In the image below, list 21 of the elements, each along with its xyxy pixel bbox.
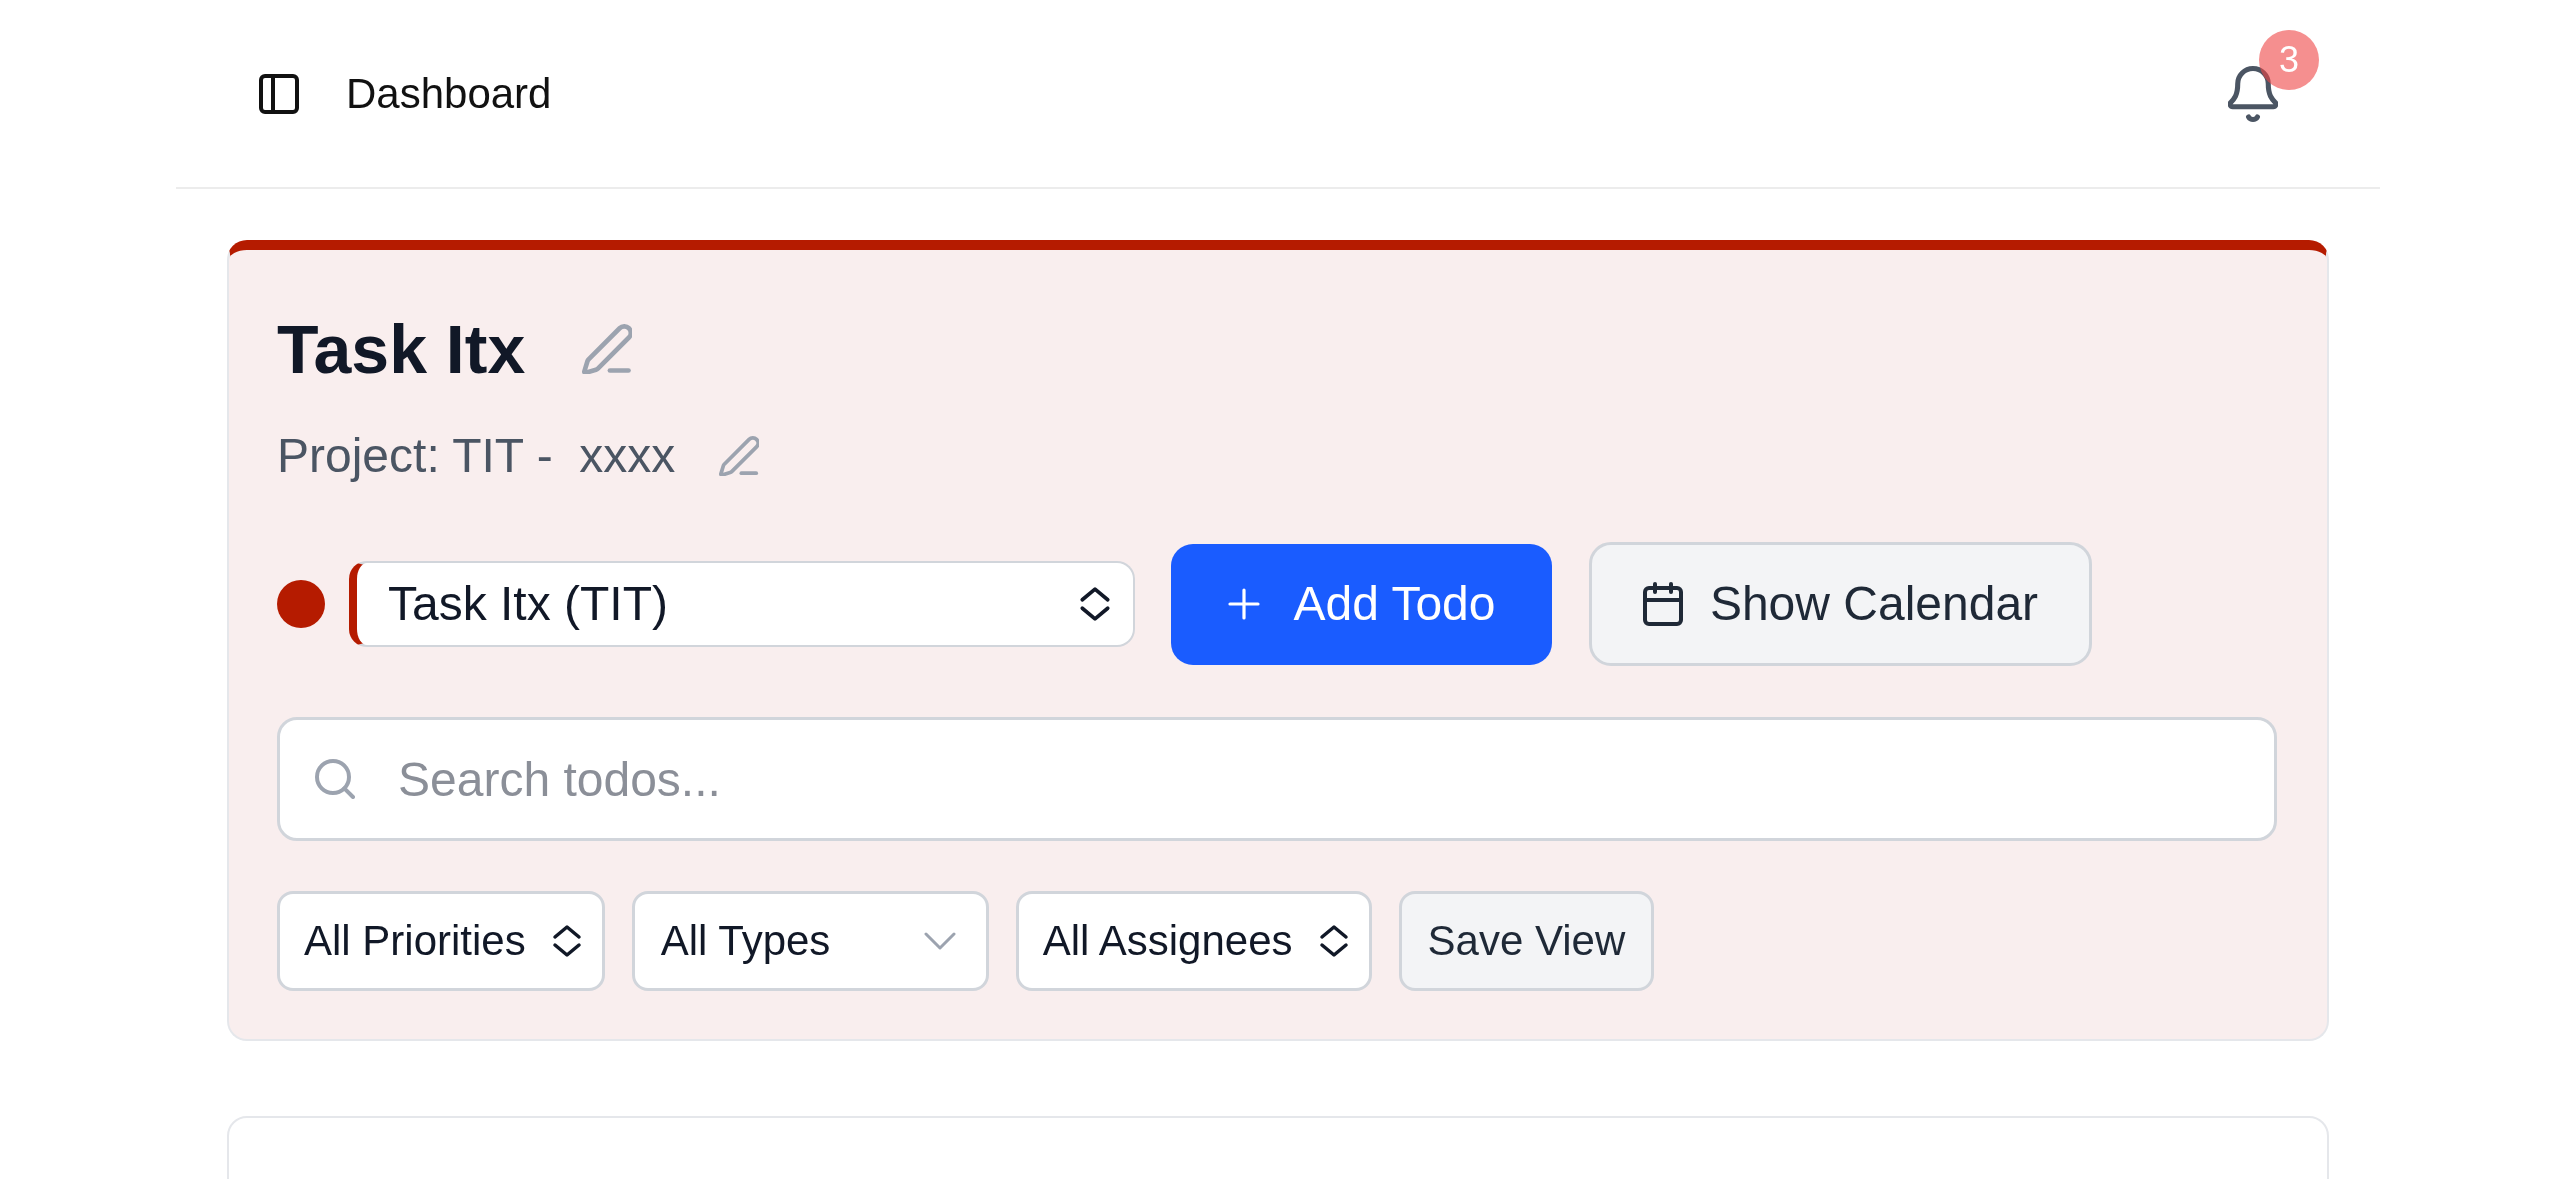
project-select[interactable]: Task Itx (TIT) [349,561,1135,647]
filter-select[interactable]: All Assignees [1015,891,1372,991]
search-field[interactable]: Search todos... [277,717,2277,841]
save-view-button[interactable]: Save View [1398,891,1655,991]
notification-badge: 3 [2259,29,2319,90]
show-calendar-button[interactable]: Show Calendar [1589,542,2092,666]
plus-icon [1227,588,1260,620]
filter-select[interactable]: All Priorities [277,891,605,991]
calendar-icon [1642,582,1683,626]
chevrons-up-down-icon [1079,586,1111,622]
filter-dropdown[interactable]: All Types [631,891,989,991]
add-todo-button[interactable]: Add Todo [1171,543,1552,665]
page-title: Dashboard [346,72,552,115]
chevrons-up-down-icon [551,924,582,958]
chevron-down-icon [923,932,956,950]
bell-icon[interactable] [2228,65,2278,122]
search-icon [315,759,355,799]
chevrons-up-down-icon [1318,924,1349,958]
task-title: Task Itx [277,315,526,383]
project-label: Project: TIT - xxxx [277,432,676,480]
sidebar-icon[interactable] [259,73,299,114]
